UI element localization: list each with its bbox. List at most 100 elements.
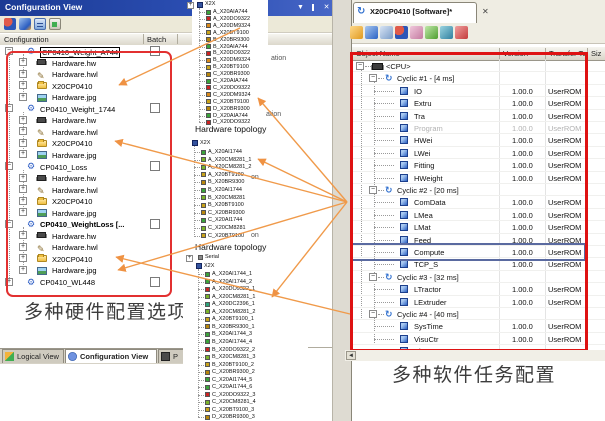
module-icon (206, 44, 211, 49)
module-label[interactable]: A_X20DO9322_1 (212, 286, 255, 292)
module-label[interactable]: B_X20BT9100 (208, 202, 244, 208)
module-label[interactable]: B_X20AI1744_3 (212, 331, 252, 337)
tab-label: P (173, 352, 178, 361)
module-label[interactable]: A_X20CM8281_2 (212, 309, 255, 315)
tree-guide-line (199, 74, 205, 75)
module-icon (201, 157, 206, 162)
module-label[interactable]: C_X20DO9322_3 (212, 392, 255, 398)
module-label[interactable]: A_X20DC2396_1 (212, 301, 255, 307)
module-label[interactable]: B_X20DO9322_2 (212, 347, 255, 353)
module-icon (206, 23, 211, 28)
module-icon (206, 30, 211, 35)
module-icon (201, 233, 206, 238)
module-icon (205, 317, 210, 322)
tree-guide-line (198, 417, 204, 418)
module-label[interactable]: B_X20BR9300_1 (212, 324, 255, 330)
module-icon (206, 16, 211, 21)
module-label[interactable]: A_X20BT9100 (213, 30, 249, 36)
module-label[interactable]: A_X20DO9322 (213, 16, 250, 22)
expand-icon[interactable]: + (186, 255, 193, 262)
text-fragment: on (251, 174, 259, 181)
module-label[interactable]: C_X20AI1744 (208, 217, 242, 223)
x2x-root-label[interactable]: X2X (204, 263, 214, 269)
tab-logical-view[interactable]: Logical View (2, 349, 64, 363)
module-label[interactable]: B_X20BR9300 (208, 179, 244, 185)
module-label[interactable]: A_X20DM9324 (213, 23, 250, 29)
interface-label[interactable]: Serial (205, 254, 219, 260)
column-divider[interactable] (177, 34, 178, 44)
column-divider[interactable] (143, 34, 144, 44)
text-fragment: ation (266, 111, 281, 118)
table-view-icon[interactable] (34, 18, 46, 30)
module-label[interactable]: C_X20DO9322 (213, 85, 250, 91)
hardware-configs-highlight-box (6, 51, 172, 297)
module-label[interactable]: A_X20AI1744_1 (212, 271, 252, 277)
scroll-left-icon[interactable]: ◄ (346, 351, 356, 360)
module-label[interactable]: C_X20AI1744_6 (212, 384, 252, 390)
module-label[interactable]: C_X20BR9300_2 (212, 369, 255, 375)
tree-guide-line (198, 319, 204, 320)
tree-guide-line (198, 395, 204, 396)
module-label[interactable]: C_X20BT9100 (213, 99, 249, 105)
serial-interface-icon (198, 255, 203, 260)
gears-icon[interactable] (4, 18, 16, 30)
module-label[interactable]: C_X20BT9100_3 (212, 407, 254, 413)
module-icon[interactable] (19, 18, 31, 30)
module-label[interactable]: C_X20BR9300 (208, 210, 245, 216)
tree-guide-line (199, 12, 205, 13)
module-label[interactable]: A_X20BT9100_1 (212, 316, 254, 322)
tree-guide-line (194, 160, 200, 161)
x2x-bus-icon (196, 263, 202, 269)
module-label[interactable]: C_X20AI1744_5 (212, 377, 252, 383)
module-label[interactable]: A_X20CM8281_1 (208, 157, 251, 163)
module-label[interactable]: C_X20DM9324 (213, 92, 251, 98)
module-label[interactable]: C_X20BT9100 (208, 233, 244, 239)
module-label[interactable]: A_X20AI1744 (208, 149, 242, 155)
module-label[interactable]: A_X20BT9100 (208, 172, 244, 178)
logical-view-icon (5, 352, 14, 361)
module-label[interactable]: D_X20BR9300 (213, 106, 250, 112)
module-label[interactable]: B_X20BT9100 (213, 64, 249, 70)
module-label[interactable]: B_X20AIA744 (213, 44, 248, 50)
x2x-root-label[interactable]: X2X (200, 140, 210, 146)
module-icon (205, 287, 210, 292)
module-label[interactable]: C_X20AIA744 (213, 78, 248, 84)
module-label[interactable]: B_X20AI1744_4 (212, 339, 252, 345)
close-icon[interactable]: ✕ (321, 3, 332, 13)
module-label[interactable]: C_X20CM8281 (208, 225, 246, 231)
module-icon (206, 113, 211, 118)
tree-guide-line (194, 167, 200, 168)
tree-guide-line (199, 53, 205, 54)
module-icon (205, 302, 210, 307)
module-label[interactable]: A_X20CM8281_1 (212, 294, 255, 300)
column-batch[interactable]: Batch (147, 35, 166, 44)
tab-configuration-view[interactable]: Configuration View (65, 349, 157, 363)
module-label[interactable]: A_X20AI1744_2 (212, 279, 252, 285)
module-icon (205, 370, 210, 375)
module-label[interactable]: B_X20BR9300 (213, 37, 249, 43)
expand-icon[interactable]: + (187, 2, 194, 9)
export-window-icon[interactable] (49, 18, 61, 30)
column-configuration[interactable]: Configuration (4, 35, 49, 44)
module-label[interactable]: B_X20CM8281_3 (212, 354, 255, 360)
module-label[interactable]: B_X20BT9100_2 (212, 362, 254, 368)
module-label[interactable]: D_X20AIA744 (213, 113, 248, 119)
module-label[interactable]: B_X20DM9324 (213, 57, 250, 63)
module-label[interactable]: B_X20DO9322 (213, 50, 250, 56)
module-icon (205, 385, 210, 390)
module-label[interactable]: C_X20BR9300 (213, 71, 250, 77)
x2x-bus-icon (197, 2, 203, 8)
module-label[interactable]: A_X20CM8281_2 (208, 164, 251, 170)
module-label[interactable]: A_X20AIA744 (213, 9, 248, 15)
module-icon (206, 92, 211, 97)
panel-title: Configuration View (5, 2, 82, 12)
module-label[interactable]: B_X20AI1744 (208, 187, 242, 193)
x2x-root-label[interactable]: X2X (205, 1, 215, 7)
panel-menu-icon[interactable]: ▼ (295, 3, 306, 13)
module-label[interactable]: C_X20CM8281_4 (212, 399, 256, 405)
module-label[interactable]: D_X20BR9300_3 (212, 414, 255, 420)
tab-physical-view[interactable]: P (158, 349, 185, 363)
pin-icon[interactable] (308, 3, 319, 13)
module-label[interactable]: B_X20CM8281 (208, 195, 245, 201)
tree-guide-line (199, 102, 205, 103)
